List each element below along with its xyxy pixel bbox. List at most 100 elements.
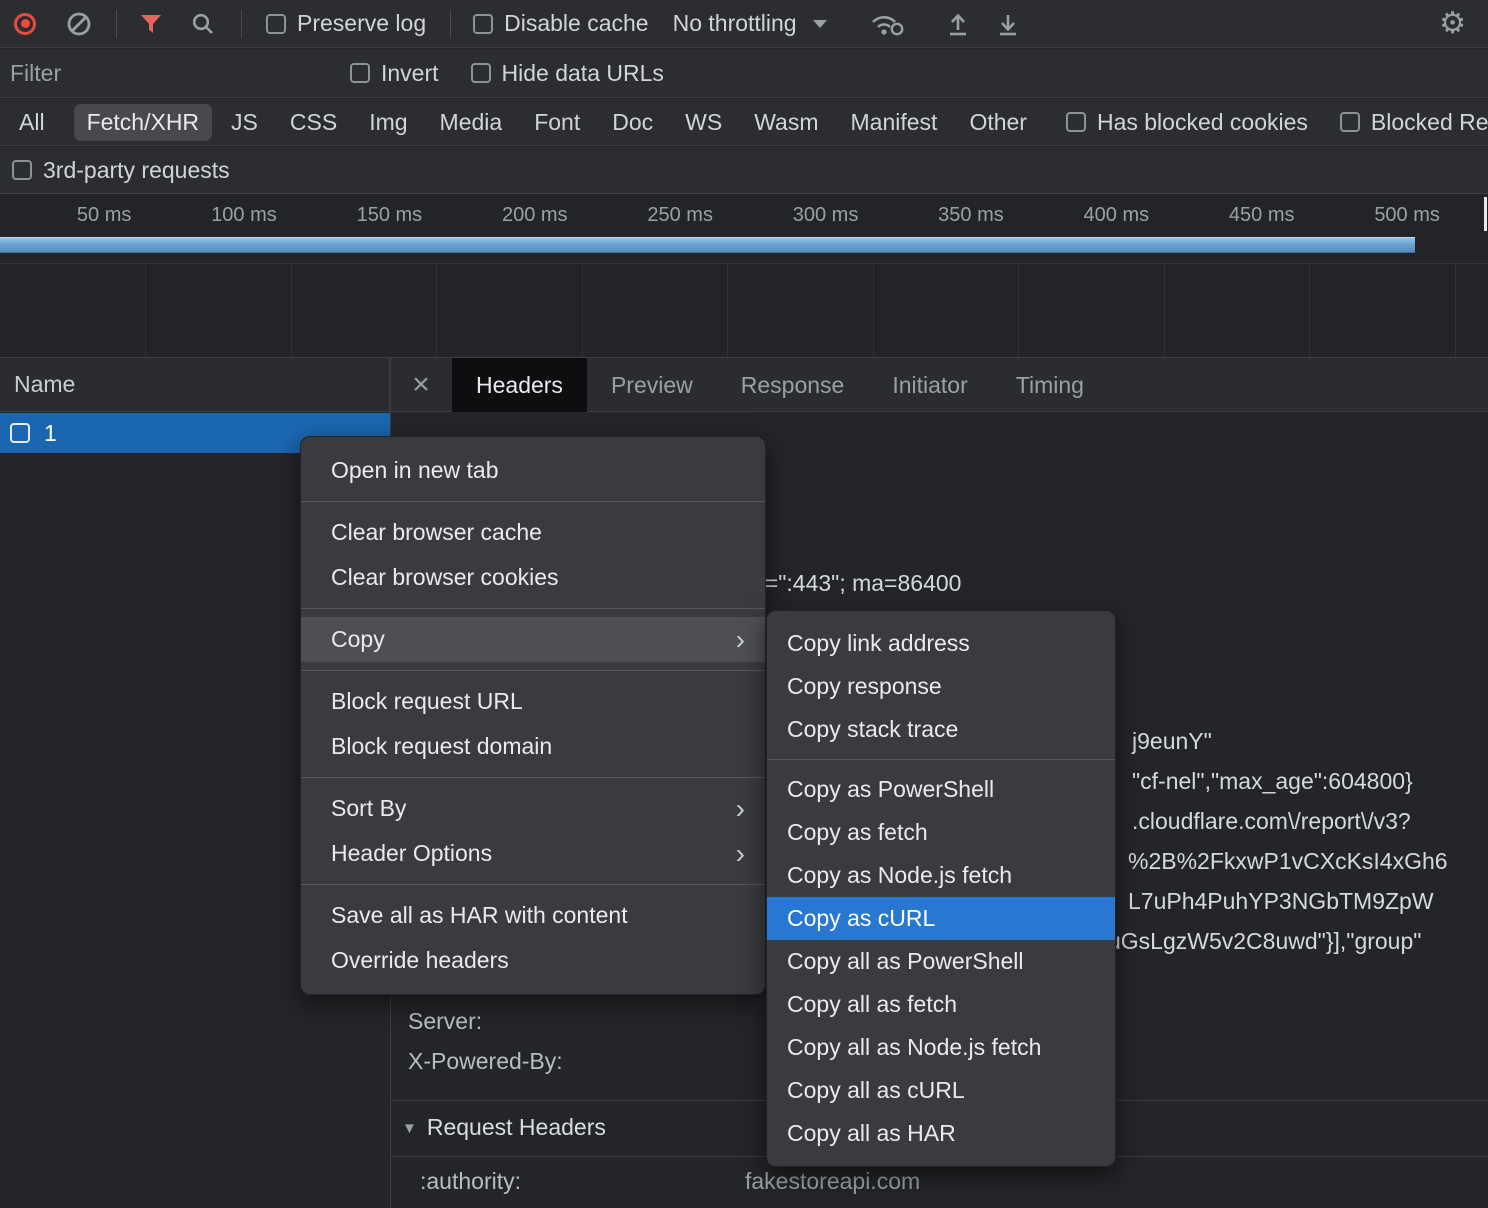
- scrollbar-thumb[interactable]: [1484, 197, 1487, 231]
- tab-initiator[interactable]: Initiator: [868, 358, 991, 412]
- checkbox-icon: [1066, 112, 1086, 132]
- tab-response[interactable]: Response: [717, 358, 869, 412]
- submenu-copy-all-as-har[interactable]: Copy all as HAR: [767, 1112, 1115, 1155]
- request-headers-section[interactable]: ▼Request Headers: [402, 1114, 606, 1141]
- third-party-bar: 3rd-party requests: [0, 147, 1488, 194]
- menu-separator: [301, 884, 765, 885]
- menu-copy[interactable]: Copy ›: [301, 617, 765, 662]
- filter-input[interactable]: [10, 60, 320, 87]
- filter-pill-fetch-xhr[interactable]: Fetch/XHR: [74, 104, 212, 141]
- network-toolbar: Preserve log Disable cache No throttling: [0, 0, 1488, 48]
- filter-pill-wasm[interactable]: Wasm: [741, 104, 831, 141]
- menu-header-options[interactable]: Header Options ›: [301, 831, 765, 876]
- settings-button[interactable]: ⚙: [1439, 9, 1466, 39]
- submenu-copy-all-as-nodejs-fetch[interactable]: Copy all as Node.js fetch: [767, 1026, 1115, 1069]
- filter-pill-all[interactable]: All: [6, 104, 58, 141]
- gridline: [436, 264, 437, 357]
- submenu-copy-all-as-powershell[interactable]: Copy all as PowerShell: [767, 940, 1115, 983]
- name-header-label: Name: [14, 371, 75, 398]
- request-name: 1: [44, 420, 57, 447]
- checkbox-icon: [266, 14, 286, 34]
- submenu-copy-as-powershell[interactable]: Copy as PowerShell: [767, 768, 1115, 811]
- close-details-button[interactable]: ×: [390, 368, 452, 402]
- tab-timing[interactable]: Timing: [992, 358, 1108, 412]
- timeline-tick: 500 ms: [1309, 204, 1454, 227]
- filter-pill-font[interactable]: Font: [521, 104, 593, 141]
- gridline: [1309, 264, 1310, 357]
- network-conditions-button[interactable]: [869, 11, 905, 37]
- menu-block-request-domain[interactable]: Block request domain: [301, 724, 765, 769]
- menu-block-request-url[interactable]: Block request URL: [301, 679, 765, 724]
- filter-pill-js[interactable]: JS: [218, 104, 271, 141]
- hide-data-urls-checkbox[interactable]: Hide data URLs: [471, 60, 664, 87]
- filter-toggle-button[interactable]: [139, 13, 163, 35]
- submenu-copy-as-curl[interactable]: Copy as cURL: [767, 897, 1115, 940]
- throttling-select[interactable]: No throttling: [673, 10, 827, 37]
- tab-headers[interactable]: Headers: [452, 358, 587, 412]
- menu-clear-browser-cookies[interactable]: Clear browser cookies: [301, 555, 765, 600]
- menu-separator: [301, 501, 765, 502]
- invert-label: Invert: [381, 60, 439, 87]
- submenu-copy-as-fetch[interactable]: Copy as fetch: [767, 811, 1115, 854]
- tab-preview[interactable]: Preview: [587, 358, 717, 412]
- blocked-requests-label: Blocked Requests: [1371, 109, 1488, 136]
- record-button[interactable]: [14, 13, 36, 35]
- timeline-tick: 50 ms: [0, 204, 145, 227]
- triangle-down-icon: ▼: [402, 1120, 417, 1137]
- menu-clear-browser-cache[interactable]: Clear browser cache: [301, 510, 765, 555]
- export-har-button[interactable]: [995, 11, 1021, 37]
- menu-override-headers[interactable]: Override headers: [301, 938, 765, 983]
- request-checkbox[interactable]: [10, 423, 30, 443]
- header-value-fragment: L7uPh4PuhYP3NGbTM9ZpW: [1128, 888, 1434, 915]
- hide-data-urls-label: Hide data URLs: [502, 60, 664, 87]
- gridline: [1018, 264, 1019, 357]
- checkbox-icon: [350, 63, 370, 83]
- close-icon: ×: [412, 368, 430, 401]
- preserve-log-checkbox[interactable]: Preserve log: [266, 10, 426, 37]
- header-value-fragment: j9eunY": [1132, 728, 1212, 755]
- invert-checkbox[interactable]: Invert: [350, 60, 439, 87]
- filter-pill-doc[interactable]: Doc: [599, 104, 666, 141]
- disable-cache-label: Disable cache: [504, 10, 648, 37]
- clear-button[interactable]: [66, 11, 92, 37]
- submenu-copy-response[interactable]: Copy response: [767, 665, 1115, 708]
- third-party-requests-label: 3rd-party requests: [43, 157, 230, 184]
- has-blocked-cookies-checkbox[interactable]: Has blocked cookies: [1066, 109, 1308, 136]
- submenu-copy-stack-trace[interactable]: Copy stack trace: [767, 708, 1115, 751]
- name-column-header[interactable]: Name: [0, 358, 390, 411]
- menu-sort-by[interactable]: Sort By ›: [301, 786, 765, 831]
- menu-sort-by-label: Sort By: [331, 795, 406, 821]
- submenu-copy-link-address[interactable]: Copy link address: [767, 622, 1115, 665]
- import-har-button[interactable]: [945, 11, 971, 37]
- gridline: [1164, 264, 1165, 357]
- disable-cache-checkbox[interactable]: Disable cache: [473, 10, 648, 37]
- filter-pill-css[interactable]: CSS: [277, 104, 350, 141]
- timeline-tick: 350 ms: [872, 204, 1017, 227]
- timeline-divider: [0, 263, 1488, 264]
- timeline-overview[interactable]: 50 ms 100 ms 150 ms 200 ms 250 ms 300 ms…: [0, 195, 1488, 358]
- submenu-copy-all-as-fetch[interactable]: Copy all as fetch: [767, 983, 1115, 1026]
- download-icon: [995, 11, 1021, 37]
- submenu-copy-all-as-curl[interactable]: Copy all as cURL: [767, 1069, 1115, 1112]
- gridline: [582, 264, 583, 357]
- menu-save-all-har[interactable]: Save all as HAR with content: [301, 893, 765, 938]
- search-button[interactable]: [191, 12, 215, 36]
- third-party-requests-checkbox[interactable]: 3rd-party requests: [12, 157, 230, 184]
- menu-open-in-new-tab[interactable]: Open in new tab: [301, 448, 765, 493]
- filter-pill-manifest[interactable]: Manifest: [838, 104, 951, 141]
- submenu-copy-as-nodejs-fetch[interactable]: Copy as Node.js fetch: [767, 854, 1115, 897]
- timeline-tick: 200 ms: [436, 204, 581, 227]
- blocked-requests-checkbox[interactable]: Blocked Requests: [1340, 109, 1488, 136]
- filter-pill-ws[interactable]: WS: [672, 104, 735, 141]
- has-blocked-cookies-label: Has blocked cookies: [1097, 109, 1308, 136]
- menu-header-options-label: Header Options: [331, 840, 492, 866]
- clear-icon: [66, 11, 92, 37]
- filter-pill-other[interactable]: Other: [956, 104, 1040, 141]
- checkbox-icon: [12, 160, 32, 180]
- wifi-gear-icon: [869, 11, 905, 37]
- filter-pill-media[interactable]: Media: [427, 104, 516, 141]
- gridline: [1455, 264, 1456, 357]
- throttling-value: No throttling: [673, 10, 797, 37]
- filter-pill-img[interactable]: Img: [356, 104, 420, 141]
- toolbar-divider: [450, 10, 451, 38]
